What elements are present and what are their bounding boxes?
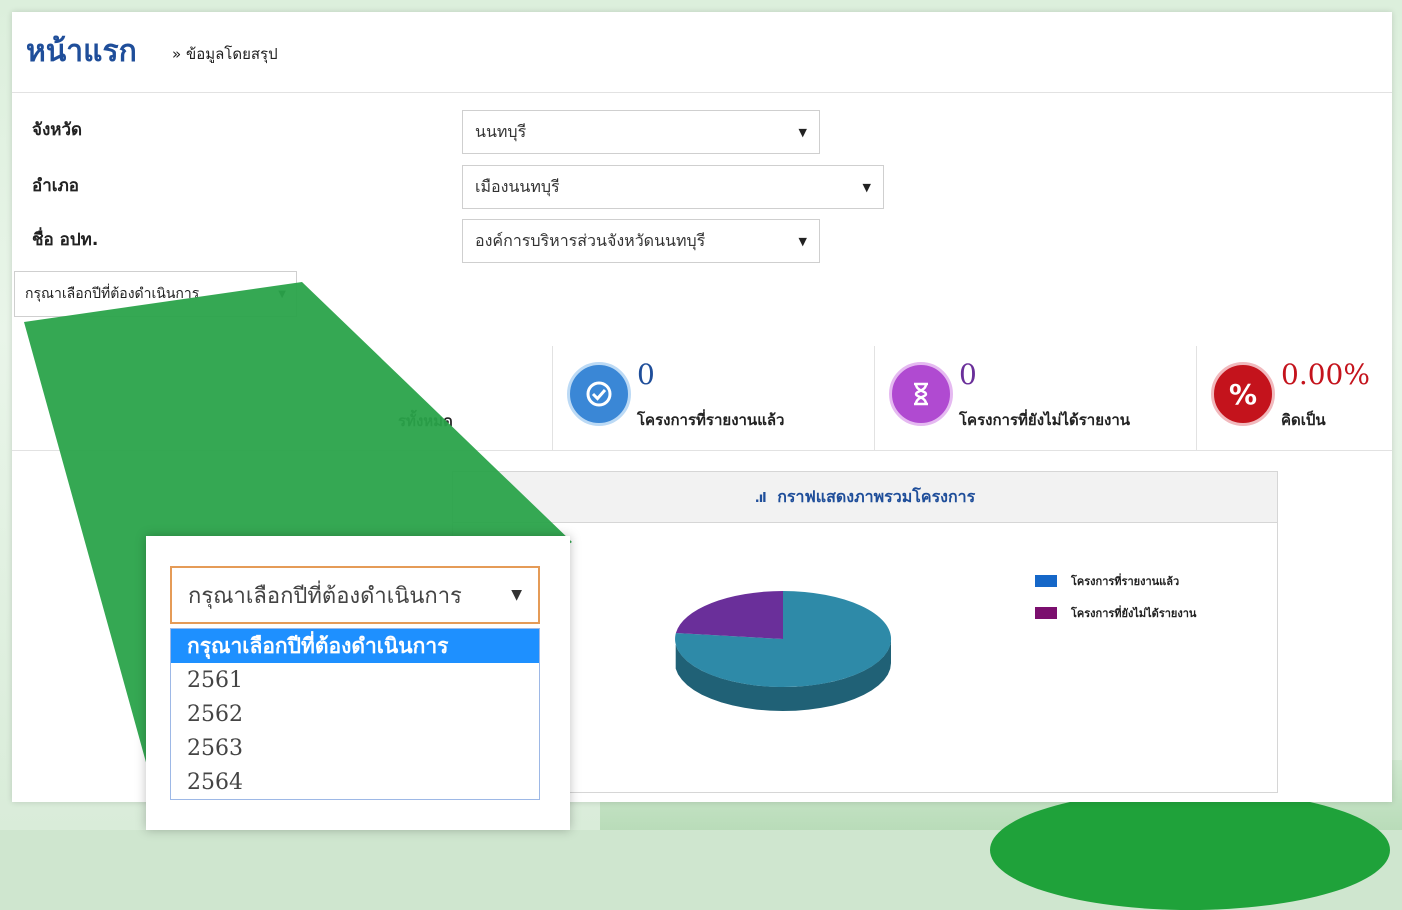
legend-label: โครงการที่รายงานแล้ว (1071, 575, 1180, 588)
chart-header: .ıl กราฟแสดงภาพรวมโครงการ (453, 472, 1277, 523)
stat-reported-label: โครงการที่รายงานแล้ว (637, 411, 785, 429)
chevron-down-icon: ▼ (278, 288, 286, 300)
green-decoration (990, 790, 1390, 910)
legend-swatch (1035, 575, 1057, 587)
legend-swatch (1035, 607, 1057, 619)
chevron-down-icon: ▼ (798, 234, 807, 248)
bar-chart-icon: .ıl (754, 491, 767, 506)
legend-label: โครงการที่ยังไม่ได้รายงาน (1071, 607, 1197, 620)
stat-percent: % 0.00% คิดเป็น (1196, 346, 1392, 450)
district-select[interactable]: เมืองนนทบุรี ▼ (462, 165, 884, 209)
stat-percent-value: 0.00% (1281, 358, 1370, 391)
zoom-select-value: กรุณาเลือกปีที่ต้องดำเนินการ (188, 583, 462, 609)
page-header: หน้าแรก » ข้อมูลโดยสรุป (12, 12, 1392, 93)
district-select-value: เมืองนนทบุรี (475, 176, 560, 196)
legend-item: โครงการที่ยังไม่ได้รายงาน (1035, 604, 1196, 622)
stat-percent-label: คิดเป็น (1281, 411, 1326, 429)
stat-reported-value: 0 (637, 358, 655, 391)
check-icon (567, 362, 631, 426)
zoom-year-select[interactable]: กรุณาเลือกปีที่ต้องดำเนินการ ▼ (170, 566, 540, 624)
breadcrumb: » ข้อมูลโดยสรุป (172, 45, 278, 63)
stat-reported: 0 โครงการที่รายงานแล้ว (552, 346, 874, 450)
chevron-down-icon: ▼ (862, 180, 871, 194)
percent-icon: % (1211, 362, 1275, 426)
hourglass-icon (889, 362, 953, 426)
zoom-box: กรุณาเลือกปีที่ต้องดำเนินการ ▼ กรุณาเลือ… (146, 536, 570, 830)
pie-slice (675, 591, 783, 639)
year-option[interactable]: 2563 (171, 731, 539, 765)
district-label: อำเภอ (32, 176, 79, 196)
chart-legend: โครงการที่รายงานแล้ว โครงการที่ยังไม่ได้… (1035, 572, 1196, 636)
year-option[interactable]: 2561 (171, 663, 539, 697)
province-label: จังหวัด (32, 120, 83, 140)
year-select[interactable]: กรุณาเลือกปีที่ต้องดำเนินการ ▼ (14, 271, 297, 317)
stat-total-label: รทั้งหมด (398, 412, 453, 430)
province-select-value: นนทบุรี (475, 121, 527, 141)
stat-unreported-label: โครงการที่ยังไม่ได้รายงาน (959, 411, 1131, 429)
chart-title: .ıl กราฟแสดงภาพรวมโครงการ (453, 485, 1277, 510)
year-options-list: กรุณาเลือกปีที่ต้องดำเนินการ 2561 2562 2… (170, 628, 540, 800)
org-label: ชื่อ อปท. (32, 230, 99, 250)
year-option[interactable]: กรุณาเลือกปีที่ต้องดำเนินการ (171, 629, 539, 663)
chart-title-text: กราฟแสดงภาพรวมโครงการ (777, 487, 976, 506)
year-option[interactable]: 2564 (171, 765, 539, 799)
org-select[interactable]: องค์การบริหารส่วนจังหวัดนนทบุรี ▼ (462, 219, 820, 263)
pie-chart (675, 591, 892, 711)
province-select[interactable]: นนทบุรี ▼ (462, 110, 820, 154)
org-select-value: องค์การบริหารส่วนจังหวัดนนทบุรี (475, 230, 706, 250)
chart-card: .ıl กราฟแสดงภาพรวมโครงการ โครงการที่รายง… (452, 471, 1278, 793)
legend-item: โครงการที่รายงานแล้ว (1035, 572, 1196, 590)
page-title: หน้าแรก (26, 34, 137, 69)
year-select-value: กรุณาเลือกปีที่ต้องดำเนินการ (25, 286, 200, 302)
stat-unreported-value: 0 (959, 358, 977, 391)
chevron-down-icon: ▼ (511, 587, 522, 603)
year-option[interactable]: 2562 (171, 697, 539, 731)
chevron-down-icon: ▼ (798, 125, 807, 139)
stat-unreported: 0 โครงการที่ยังไม่ได้รายงาน (874, 346, 1196, 450)
stats-row: รทั้งหมด 0 โครงการที่รายงานแล้ว 0 โครงกา… (12, 346, 1392, 451)
stat-total: รทั้งหมด (12, 346, 552, 450)
